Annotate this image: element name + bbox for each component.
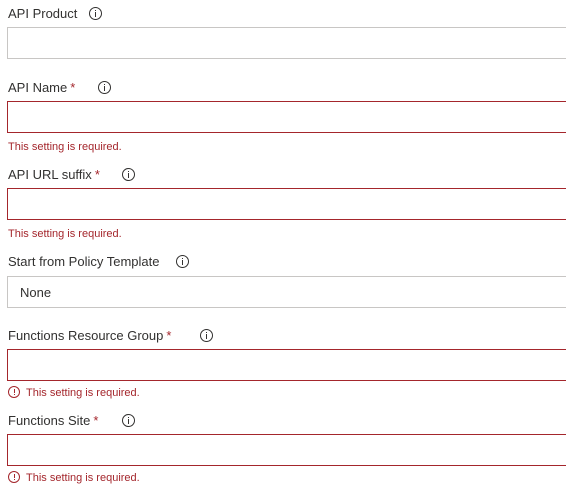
api-product-input[interactable] xyxy=(7,27,566,59)
functions-site-input[interactable] xyxy=(7,434,566,466)
required-marker: * xyxy=(93,413,99,428)
functions-resource-group-input[interactable] xyxy=(7,349,566,381)
info-icon[interactable] xyxy=(176,255,189,268)
required-marker: * xyxy=(94,167,100,182)
required-marker: * xyxy=(166,328,172,343)
api-product-label: API Product xyxy=(8,6,78,21)
info-icon[interactable] xyxy=(122,414,135,427)
functions-site-label: Functions Site * xyxy=(8,413,99,428)
api-url-suffix-label: API URL suffix * xyxy=(8,167,100,182)
functions-resource-group-error: This setting is required. xyxy=(26,387,140,399)
functions-resource-group-label: Functions Resource Group * xyxy=(8,328,172,343)
error-circle-icon xyxy=(8,386,20,398)
api-name-input[interactable] xyxy=(7,101,566,133)
api-settings-form: API Product API Name * This setting is re… xyxy=(0,0,566,490)
info-icon[interactable] xyxy=(122,168,135,181)
required-marker: * xyxy=(70,80,76,95)
api-name-error: This setting is required. xyxy=(8,141,122,153)
info-icon[interactable] xyxy=(89,7,102,20)
info-icon[interactable] xyxy=(98,81,111,94)
policy-template-dropdown[interactable]: None xyxy=(7,276,566,308)
api-url-suffix-input[interactable] xyxy=(7,188,566,220)
info-icon[interactable] xyxy=(200,329,213,342)
functions-site-error: This setting is required. xyxy=(26,472,140,484)
policy-template-label: Start from Policy Template xyxy=(8,254,160,269)
api-url-suffix-error: This setting is required. xyxy=(8,228,122,240)
error-circle-icon xyxy=(8,471,20,483)
api-name-label: API Name * xyxy=(8,80,76,95)
policy-template-selected: None xyxy=(20,284,52,300)
